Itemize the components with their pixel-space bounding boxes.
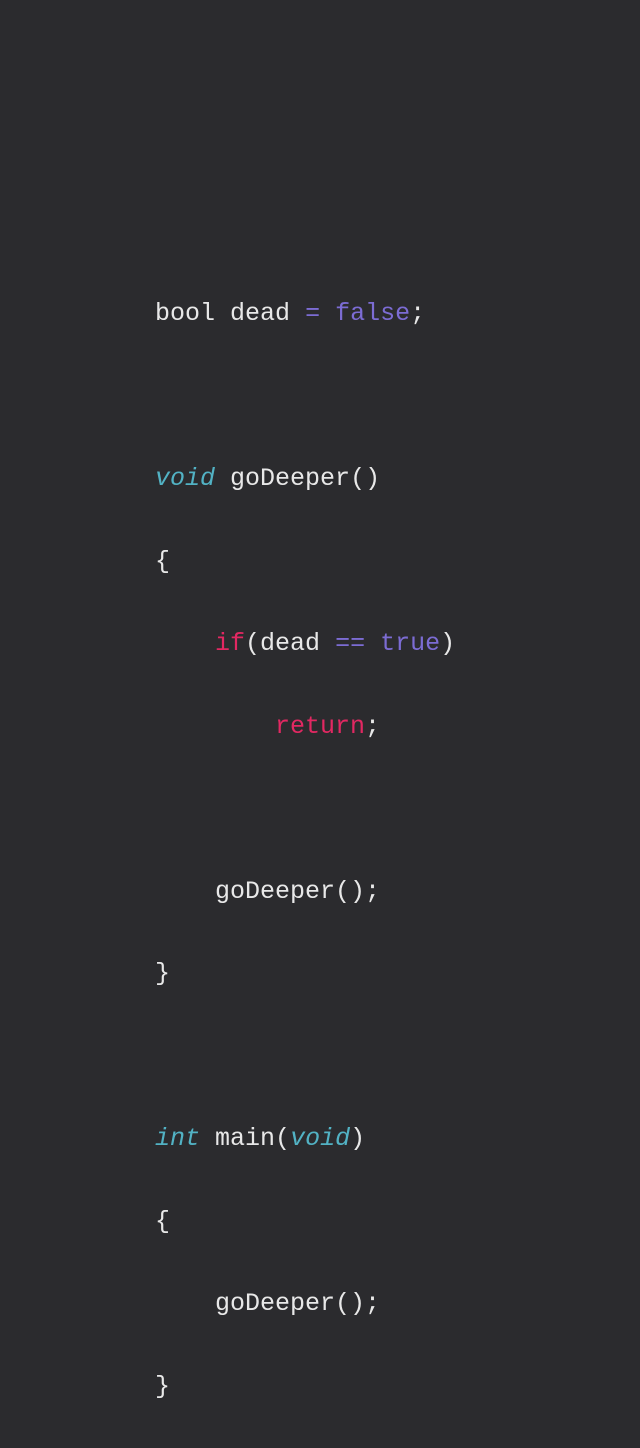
code-line: return; (155, 706, 640, 747)
code-line: int main(void) (155, 1118, 640, 1159)
code-line: goDeeper(); (155, 1283, 640, 1324)
code-line: void goDeeper() (155, 458, 640, 499)
call-parens: (); (335, 1289, 380, 1318)
code-line (155, 788, 640, 829)
code-line: } (155, 953, 640, 994)
function-name: main (215, 1124, 275, 1153)
parentheses: () (350, 464, 380, 493)
identifier: dead (230, 299, 290, 328)
type-keyword: void (290, 1124, 350, 1153)
open-brace: { (155, 547, 170, 576)
function-call: goDeeper (215, 877, 335, 906)
code-line: } (155, 1366, 640, 1407)
code-line: { (155, 541, 640, 582)
semicolon: ; (365, 712, 380, 741)
code-line: bool dead = false; (155, 293, 640, 334)
close-paren: ) (350, 1124, 365, 1153)
open-paren: ( (245, 629, 260, 658)
boolean-literal: true (380, 629, 440, 658)
code-line: { (155, 1201, 640, 1242)
open-brace: { (155, 1207, 170, 1236)
code-line: if(dead == true) (155, 623, 640, 664)
boolean-literal: false (335, 299, 410, 328)
code-line (155, 376, 640, 417)
operator: = (305, 299, 320, 328)
close-brace: } (155, 959, 170, 988)
operator: == (335, 629, 365, 658)
code-line (155, 1036, 640, 1077)
code-line: goDeeper(); (155, 871, 640, 912)
type-keyword: bool (155, 299, 215, 328)
if-keyword: if (215, 629, 245, 658)
semicolon: ; (410, 299, 425, 328)
identifier: dead (260, 629, 320, 658)
function-name: goDeeper (230, 464, 350, 493)
close-brace: } (155, 1372, 170, 1401)
open-paren: ( (275, 1124, 290, 1153)
type-keyword: void (155, 464, 215, 493)
return-keyword: return (275, 712, 365, 741)
call-parens: (); (335, 877, 380, 906)
close-paren: ) (440, 629, 455, 658)
type-keyword: int (155, 1124, 200, 1153)
function-call: goDeeper (215, 1289, 335, 1318)
code-block: bool dead = false; void goDeeper() { if(… (0, 0, 640, 1448)
